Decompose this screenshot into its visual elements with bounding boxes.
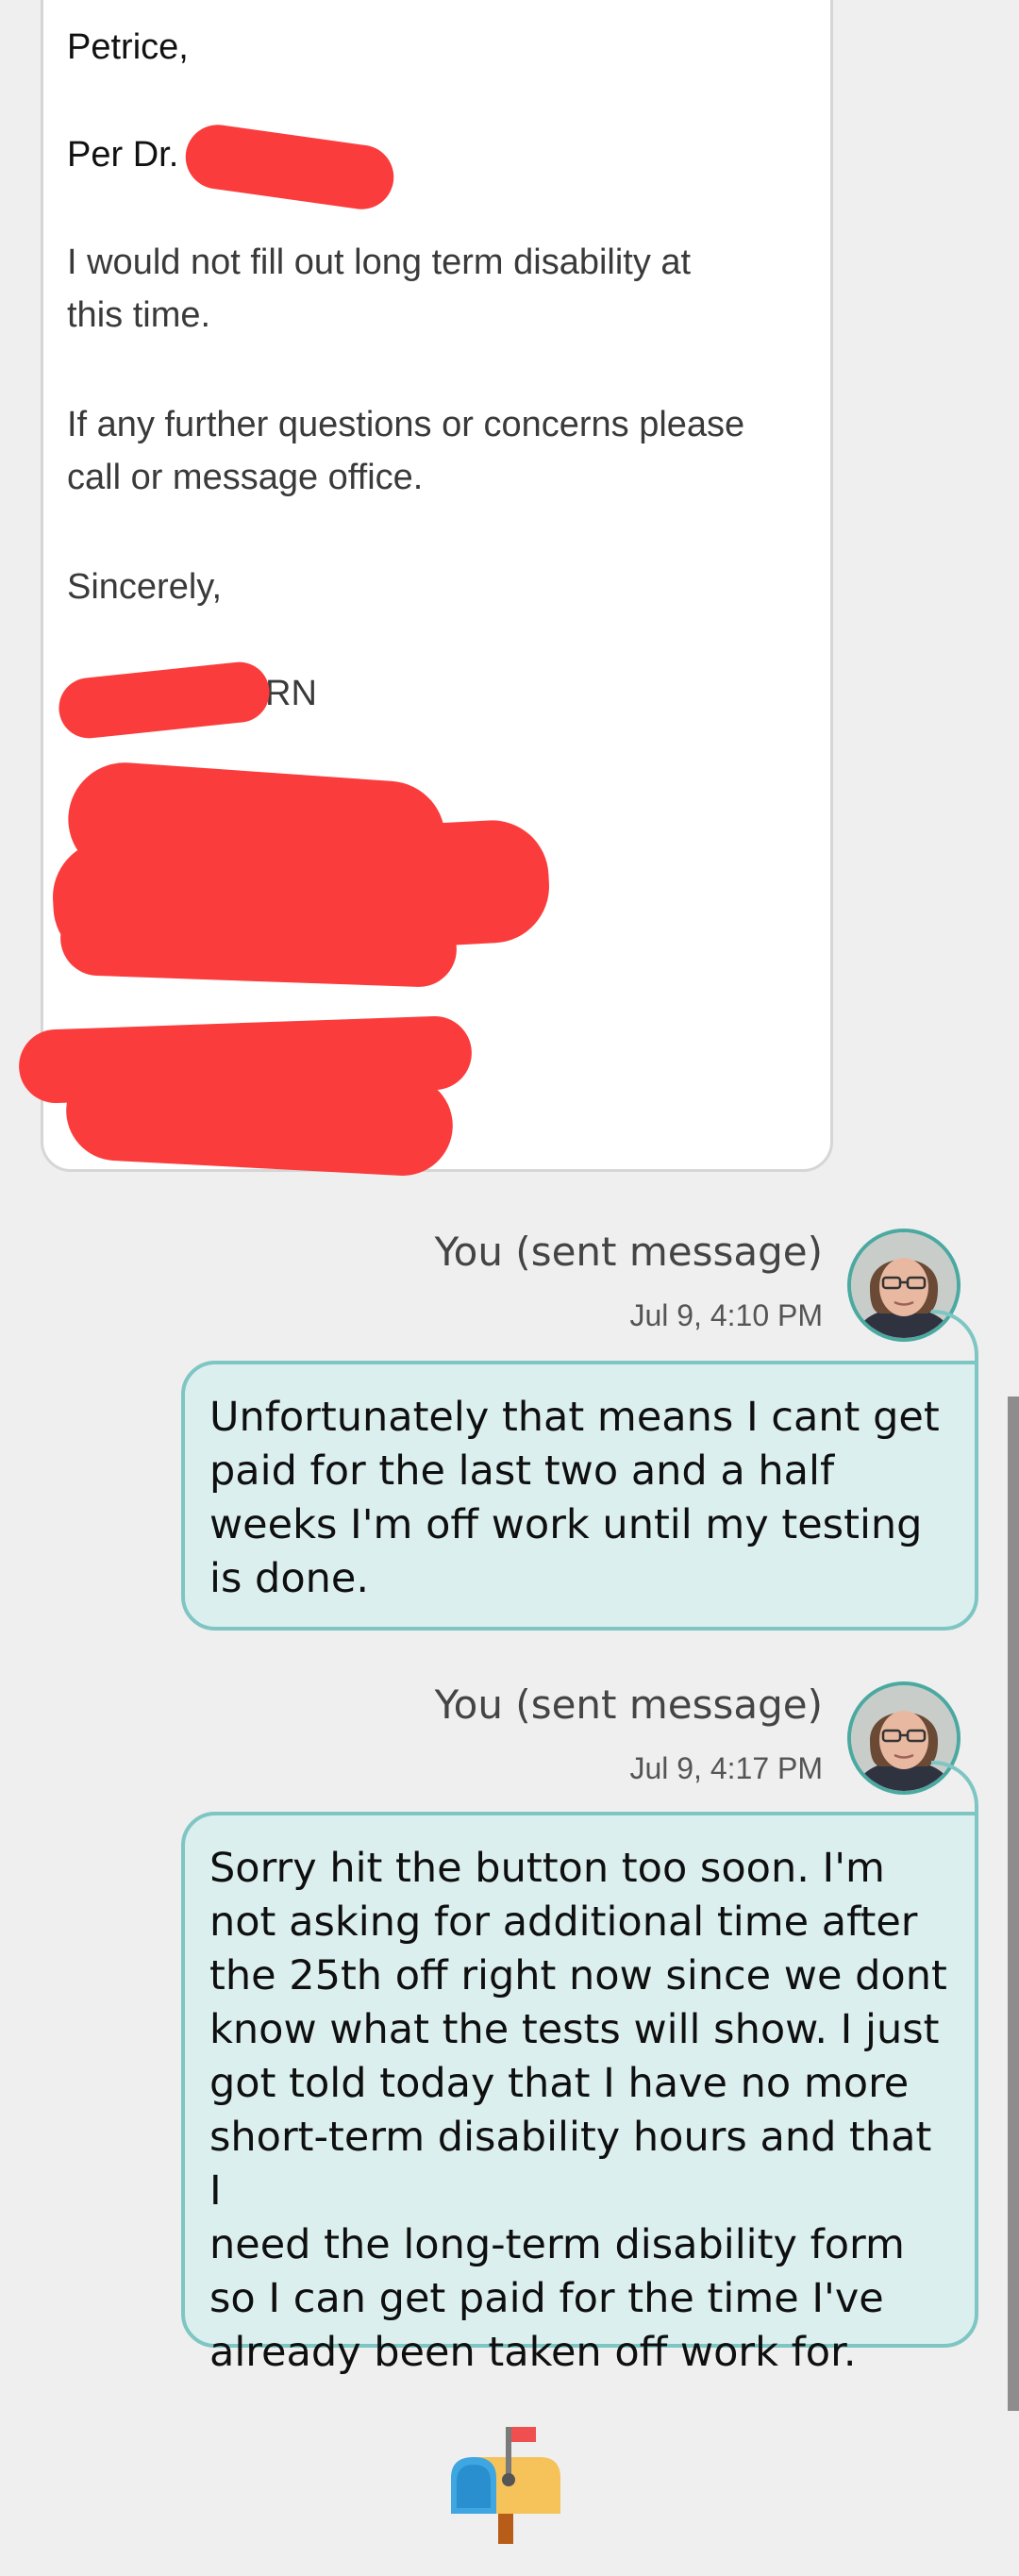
received-per-line: Per Dr. <box>67 135 179 175</box>
received-body-line: call or message office. <box>67 458 424 497</box>
message-timestamp: Jul 9, 4:10 PM <box>629 1298 823 1332</box>
message-line: is done. <box>209 1555 369 1602</box>
received-signature-suffix: RN <box>265 674 317 713</box>
received-body-line: If any further questions or concerns ple… <box>67 405 745 444</box>
message-line: short-term disability hours and that I <box>209 2114 932 2215</box>
message-line: got told today that I have no more <box>209 2060 910 2107</box>
sender-name: You (sent message) <box>434 1681 823 1728</box>
message-thread: Petrice, Per Dr. I would not fill out lo… <box>0 0 1019 2576</box>
message-timestamp: Jul 9, 4:17 PM <box>629 1751 823 1785</box>
scrollbar[interactable] <box>1008 1397 1019 2411</box>
redaction-mark <box>63 1058 456 1179</box>
received-body-line: this time. <box>67 295 211 335</box>
message-line: need the long-term disability form <box>209 2221 905 2268</box>
bubble-tail <box>931 1761 978 1812</box>
message-line: the 25th off right now since we dont <box>209 1952 947 1999</box>
message-line: so I can get paid for the time I've <box>209 2275 884 2322</box>
received-closing: Sincerely, <box>67 567 223 607</box>
mailbox-icon <box>447 2423 564 2546</box>
message-line: not asking for additional time after <box>209 1899 918 1946</box>
sent-message-bubble: Unfortunately that means I cant get paid… <box>181 1361 978 1631</box>
message-line: know what the tests will show. I just <box>209 2006 940 2053</box>
message-line: Sorry hit the button too soon. I'm <box>209 1845 885 1892</box>
message-line: already been taken off work for. <box>209 2329 857 2376</box>
received-greeting: Petrice, <box>67 27 189 67</box>
bubble-tail <box>931 1310 978 1361</box>
redaction-mark <box>58 898 459 989</box>
message-line: weeks I'm off work until my testing <box>209 1501 923 1548</box>
message-line: Unfortunately that means I cant get <box>209 1394 940 1441</box>
sent-message-bubble: Sorry hit the button too soon. I'm not a… <box>181 1812 978 2376</box>
received-body-line: I would not fill out long term disabilit… <box>67 243 692 282</box>
sender-name: You (sent message) <box>434 1229 823 1275</box>
message-line: paid for the last two and a half <box>209 1447 835 1495</box>
